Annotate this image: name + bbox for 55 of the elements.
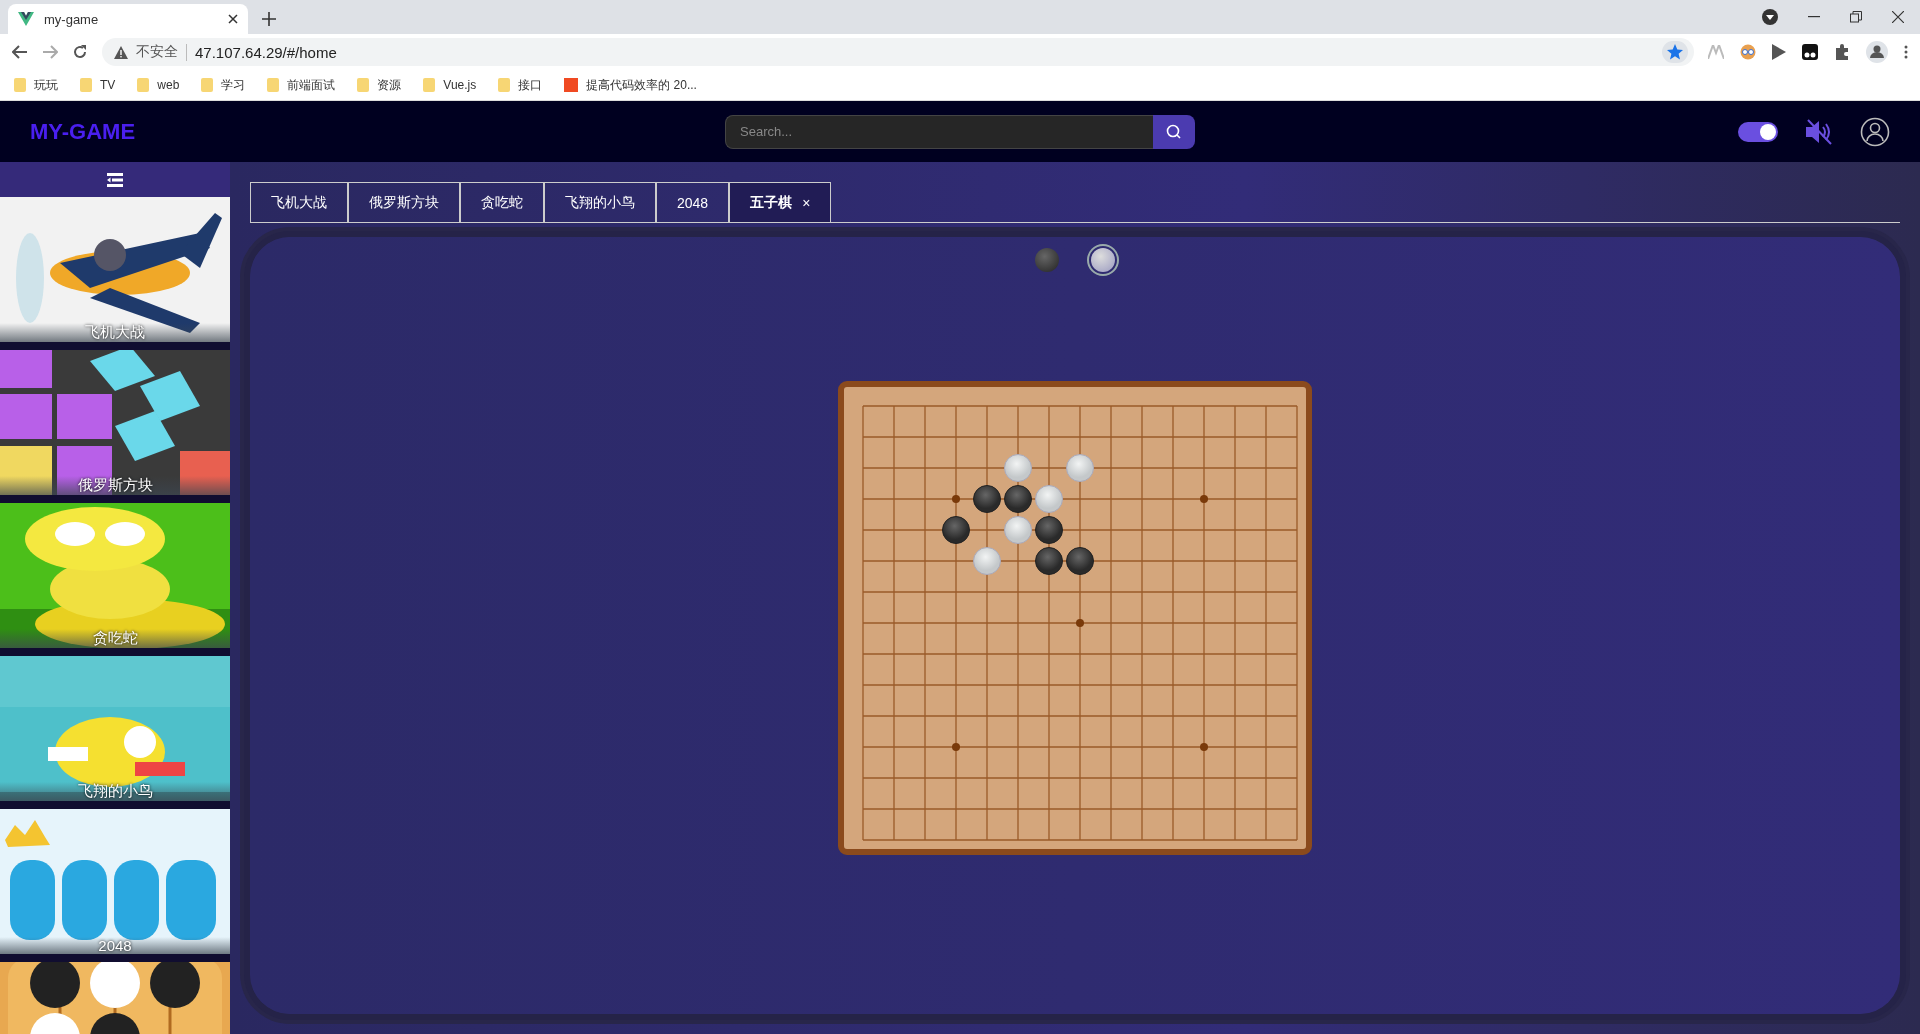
bookmark[interactable]: 接口 (518, 76, 543, 94)
bookmark[interactable]: web (157, 78, 180, 92)
user-icon[interactable] (1860, 116, 1890, 147)
mute-icon[interactable] (1804, 117, 1834, 146)
turn-stone[interactable] (1087, 244, 1119, 276)
tab[interactable]: 俄罗斯方块 (348, 182, 460, 222)
bookmark[interactable]: Vue.js (443, 78, 477, 92)
security-label: 不安全 (136, 43, 178, 61)
new-tab-icon[interactable] (262, 12, 276, 26)
reload-icon[interactable] (72, 44, 88, 60)
address-bar[interactable]: 不安全 47.107.64.29/#/home (102, 38, 1694, 66)
tab[interactable]: 贪吃蛇 (460, 182, 544, 222)
folder-icon (498, 78, 511, 92)
back-icon[interactable] (12, 45, 28, 59)
tab[interactable]: 飞机大战 (250, 182, 348, 222)
more-icon[interactable] (1904, 45, 1908, 59)
warning-icon (114, 45, 128, 59)
tab[interactable]: 飞翔的小鸟 (544, 182, 656, 222)
bookmark[interactable]: 前端面试 (287, 76, 336, 94)
glasses-face-icon[interactable] (1740, 44, 1756, 60)
board-grid-drawing[interactable] (862, 405, 1298, 841)
bookmark[interactable]: 玩玩 (34, 76, 58, 94)
vue-logo-icon (18, 12, 34, 26)
close-icon[interactable] (1892, 11, 1904, 23)
play-icon[interactable] (1772, 44, 1786, 60)
close-icon[interactable]: × (802, 194, 811, 211)
theme-toggle[interactable] (1738, 121, 1778, 142)
search-button[interactable] (1153, 114, 1195, 149)
bookmark[interactable]: 学习 (221, 76, 246, 94)
folder-icon (357, 78, 370, 92)
restore-icon[interactable] (1850, 11, 1862, 23)
bookmark[interactable]: TV (100, 78, 116, 92)
puzzle-icon[interactable] (1834, 44, 1850, 60)
bookmark[interactable]: 资源 (377, 76, 402, 94)
search-field[interactable]: Search... (725, 114, 1153, 149)
extension-icon[interactable] (1802, 44, 1818, 60)
minimize-icon[interactable] (1808, 16, 1820, 18)
menu-icon (107, 172, 123, 187)
folder-icon (137, 78, 150, 92)
close-icon[interactable] (228, 14, 238, 24)
browser-tab[interactable]: my-game (8, 4, 248, 34)
tab-title: my-game (44, 11, 100, 27)
url-text: 47.107.64.29/#/home (186, 43, 337, 61)
dropdown-icon[interactable] (1762, 9, 1778, 25)
bookmark[interactable]: 提高代码效率的 20... (586, 76, 697, 94)
site-icon (564, 78, 579, 92)
search-icon (1166, 123, 1182, 140)
profile-icon[interactable] (1866, 41, 1888, 63)
folder-icon (14, 78, 26, 92)
tab[interactable]: 五子棋 × (729, 182, 832, 222)
game-title[interactable]: 俄罗斯方块 (0, 476, 230, 495)
folder-icon (267, 78, 280, 92)
folder-icon (201, 78, 214, 92)
folder-icon (423, 78, 436, 92)
folder-icon (80, 78, 92, 92)
